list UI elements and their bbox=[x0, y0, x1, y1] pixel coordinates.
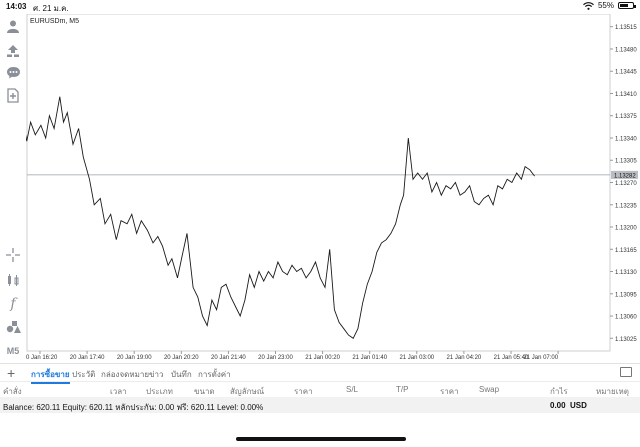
price-tick-label: 1.13165 bbox=[615, 248, 637, 254]
price-tick-label: 1.13445 bbox=[615, 70, 637, 76]
tab-history[interactable]: ประวัติ bbox=[72, 368, 95, 381]
time-tick-label: 20 Jan 21:40 bbox=[211, 355, 246, 360]
add-icon[interactable]: + bbox=[7, 365, 15, 381]
price-tick-label: 1.13130 bbox=[615, 270, 637, 276]
price-tick-label: 1.13060 bbox=[615, 315, 637, 321]
col-swap: Swap bbox=[479, 385, 500, 394]
chart-symbol-label: EURUSDm, M5 bbox=[30, 18, 79, 25]
tab-journal[interactable]: บันทึก bbox=[171, 368, 192, 381]
terminal-tabs: + การซื้อขาย ประวัติ กล่องจดหมาย ข่าว บั… bbox=[0, 363, 640, 384]
price-axis: 1.13515 1.13480 1.13445 1.13410 1.13375 1.133… bbox=[610, 25, 637, 343]
tab-mailbox[interactable]: กล่องจดหมาย bbox=[101, 368, 149, 381]
time-tick-label: 20 Jan 19:00 bbox=[117, 355, 152, 360]
time-tick-label: 21 Jan 03:00 bbox=[399, 355, 434, 360]
status-time: 14:03 bbox=[6, 2, 27, 11]
price-tick-label: 1.13235 bbox=[615, 203, 637, 209]
status-bar: 14:03 ศ. 21 ม.ค. 55% bbox=[0, 0, 640, 14]
time-tick-label: 20 Jan 17:40 bbox=[70, 355, 105, 360]
tab-news[interactable]: ข่าว bbox=[149, 368, 163, 381]
objects-icon[interactable] bbox=[3, 317, 23, 337]
balance-currency: USD bbox=[570, 401, 587, 410]
timeframe-button[interactable]: M5 bbox=[3, 341, 23, 361]
price-tick-label: 1.13515 bbox=[615, 25, 637, 31]
status-right: 55% bbox=[583, 1, 636, 10]
panel-toggle-icon[interactable] bbox=[620, 367, 632, 377]
price-tick-label: 1.13375 bbox=[615, 114, 637, 120]
add-document-icon[interactable] bbox=[3, 85, 23, 105]
tab-settings[interactable]: การตั้งค่า bbox=[198, 368, 231, 381]
indicators-icon[interactable] bbox=[3, 270, 23, 290]
price-tick-label: 1.13025 bbox=[615, 337, 637, 343]
battery-percent: 55% bbox=[597, 1, 614, 10]
time-tick-label: 20 Jan 23:00 bbox=[258, 355, 293, 360]
left-toolbar: f M5 bbox=[0, 14, 26, 360]
col-tp: T/P bbox=[396, 385, 409, 394]
chart-svg[interactable]: EURUSDm, M5 1.13515 1.13480 1.13445 1.13410… bbox=[4, 13, 640, 361]
chat-bubble-icon[interactable] bbox=[3, 62, 23, 82]
time-tick-label: 21 Jan 01:40 bbox=[352, 355, 387, 360]
balance-profit: 0.00 bbox=[550, 401, 566, 410]
time-tick-label: 20 Jan 16:20 bbox=[26, 355, 58, 360]
price-tick-label: 1.13480 bbox=[615, 47, 637, 53]
person-icon[interactable] bbox=[3, 16, 23, 36]
current-price-label: 1.13282 bbox=[614, 173, 636, 179]
function-icon[interactable]: f bbox=[3, 294, 23, 314]
balance-summary: Balance: 620.11 Equity: 620.11 หลักประกั… bbox=[3, 403, 264, 412]
trade-arrows-icon[interactable] bbox=[3, 41, 23, 61]
time-tick-label: 21 Jan 04:20 bbox=[447, 355, 482, 360]
price-tick-label: 1.13270 bbox=[615, 181, 637, 187]
price-tick-label: 1.13200 bbox=[615, 226, 637, 232]
home-indicator[interactable] bbox=[236, 437, 406, 441]
col-sl: S/L bbox=[346, 385, 359, 394]
price-tick-label: 1.13095 bbox=[615, 292, 637, 298]
plot-frame bbox=[26, 13, 611, 352]
time-axis: 20 Jan 16:20 20 Jan 17:40 20 Jan 19:00 20 J… bbox=[23, 351, 559, 361]
battery-icon bbox=[618, 2, 636, 9]
price-tick-label: 1.13410 bbox=[615, 92, 637, 98]
crosshair-icon[interactable] bbox=[3, 245, 23, 265]
time-tick-label: 21 Jan 00:20 bbox=[305, 355, 340, 360]
wifi-icon bbox=[583, 1, 594, 10]
time-tick-label: 20 Jan 20:20 bbox=[164, 355, 199, 360]
price-chart[interactable]: EURUSDm, M5 1.13515 1.13480 1.13445 1.13410… bbox=[4, 13, 640, 361]
timeframe-label: M5 bbox=[6, 346, 20, 356]
price-tick-label: 1.13305 bbox=[615, 159, 637, 165]
balance-bar: Balance: 620.11 Equity: 620.11 หลักประกั… bbox=[0, 397, 640, 413]
orders-table-header: คำสั่ง เวลา ประเภท ขนาด สัญลักษณ์ ราคา S… bbox=[0, 381, 640, 396]
time-tick-label: 21 Jan 07:00 bbox=[523, 355, 558, 360]
price-tick-label: 1.13340 bbox=[615, 136, 637, 142]
